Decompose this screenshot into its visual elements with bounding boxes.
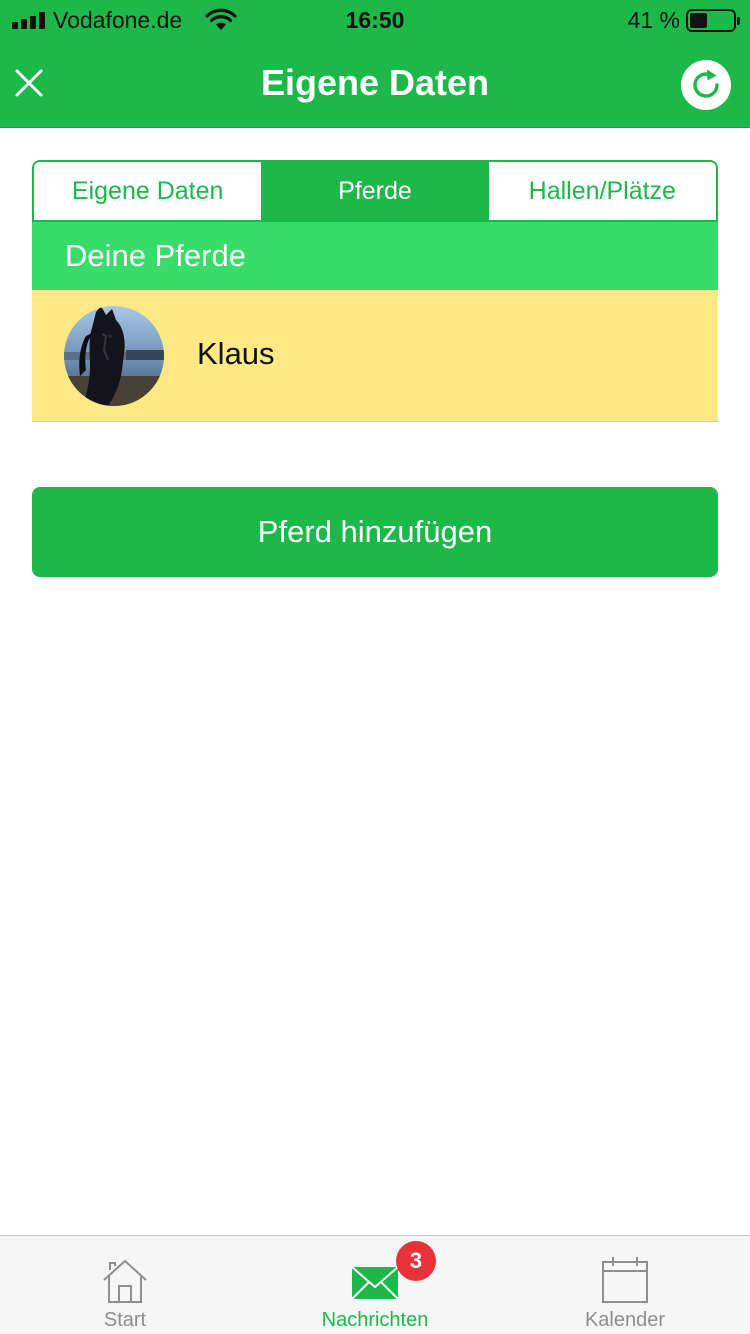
envelope-icon [351, 1266, 399, 1300]
tab-eigene-daten[interactable]: Eigene Daten [34, 162, 262, 220]
calendar-icon [602, 1257, 648, 1303]
section-header: Deine Pferde [32, 222, 718, 290]
add-horse-button[interactable]: Pferd hinzufügen [32, 487, 718, 577]
page-title: Eigene Daten [260, 62, 490, 103]
segmented-tabs: Eigene Daten Pferde Hallen/Plätze [32, 160, 718, 222]
tabbar-label-start: Start [103, 1309, 147, 1331]
tab-hallen-plaetze[interactable]: Hallen/Plätze [488, 162, 716, 220]
battery-fill [690, 13, 707, 28]
horse-list-item[interactable]: Klaus [32, 290, 718, 422]
battery-icon [686, 9, 740, 32]
horse-name: Klaus [197, 336, 275, 371]
bottom-tab-bar: Start 3 Nachrichten Kalender [0, 1235, 750, 1334]
horse-avatar [64, 306, 164, 406]
status-bar: Vodafone.de 16:50 41 % [0, 0, 750, 40]
unread-badge: 3 [396, 1241, 436, 1281]
refresh-button[interactable] [681, 60, 731, 110]
tabbar-item-nachrichten[interactable]: 3 Nachrichten [250, 1236, 500, 1334]
top-bar: Vodafone.de 16:50 41 % Eigene Daten [0, 0, 750, 128]
battery-percent: 41 % [627, 7, 680, 33]
tabbar-label-nachrichten: Nachrichten [321, 1309, 429, 1331]
tabbar-label-kalender: Kalender [584, 1309, 666, 1331]
tabbar-item-kalender[interactable]: Kalender [500, 1236, 750, 1334]
tabbar-item-start[interactable]: Start [0, 1236, 250, 1334]
tab-pferde[interactable]: Pferde [261, 162, 489, 220]
home-icon [103, 1260, 147, 1303]
battery-nub [737, 17, 740, 25]
refresh-icon [693, 69, 719, 98]
